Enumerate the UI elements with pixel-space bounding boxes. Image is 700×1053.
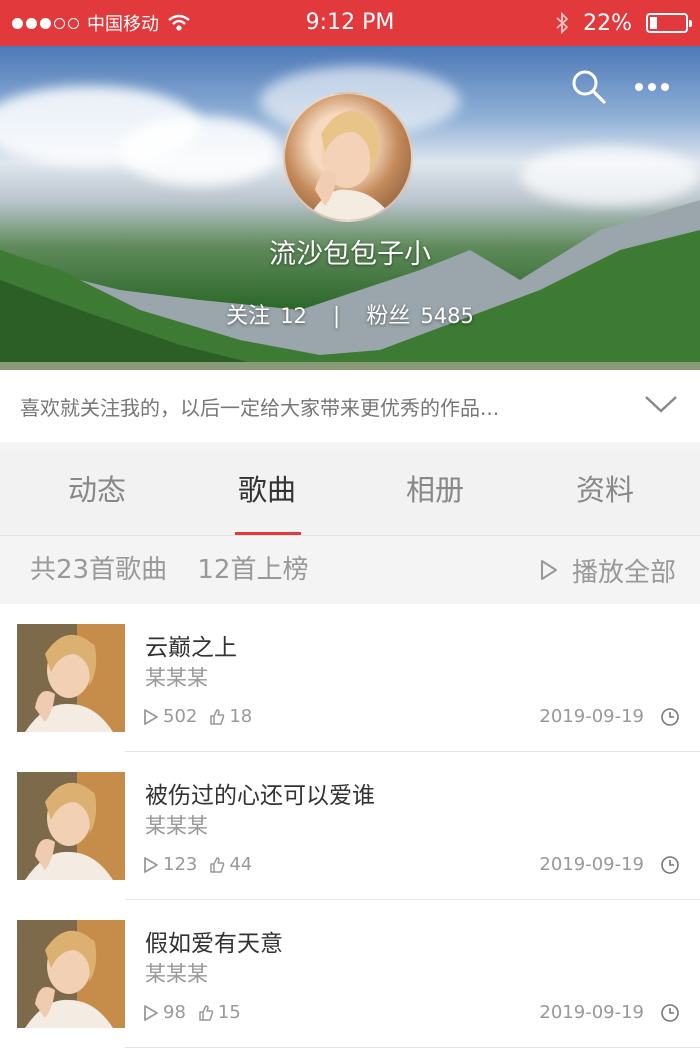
song-summary-bar: 共23首歌曲 12首上榜 播放全部	[0, 536, 700, 604]
thumbs-up-icon[interactable]	[209, 708, 225, 726]
clock-icon[interactable]	[660, 707, 680, 727]
following-count[interactable]: 12	[280, 304, 307, 328]
song-artist: 某某某	[145, 814, 208, 838]
song-title[interactable]: 被伤过的心还可以爱谁	[145, 776, 375, 810]
song-stats: 502 18	[143, 706, 252, 727]
more-icon[interactable]	[634, 82, 670, 92]
song-date: 2019-09-19	[539, 854, 644, 875]
play-icon	[144, 1004, 158, 1021]
bio-text: 喜欢就关注我的，以后一定给大家带来更优秀的作品...	[20, 395, 500, 420]
tab-songs[interactable]: 歌曲	[202, 452, 332, 536]
thumbs-up-icon[interactable]	[198, 1004, 214, 1022]
active-tab-indicator	[235, 532, 301, 535]
fans-count[interactable]: 5485	[420, 304, 473, 328]
bluetooth-icon	[556, 12, 569, 34]
play-icon	[144, 856, 158, 873]
avatar[interactable]	[283, 92, 413, 222]
status-bar: 中国移动 9:12 PM 22%	[0, 0, 700, 46]
song-stats: 123 44	[143, 854, 252, 875]
following-label[interactable]: 关注	[226, 298, 270, 330]
search-icon[interactable]	[570, 68, 608, 106]
tab-album[interactable]: 相册	[370, 452, 500, 536]
song-date: 2019-09-19	[539, 1002, 644, 1023]
song-list: 云巅之上 某某某 502 18 2019-09-19 被伤过的心还可以爱谁 某某某 123 44…	[0, 604, 700, 1053]
play-icon	[144, 708, 158, 725]
chevron-down-icon[interactable]	[644, 394, 678, 414]
clock-icon[interactable]	[660, 1003, 680, 1023]
song-artist: 某某某	[145, 666, 208, 690]
play-all-label: 播放全部	[571, 557, 676, 588]
play-all-button[interactable]: 播放全部	[540, 536, 676, 604]
play-icon	[540, 560, 557, 580]
fans-label[interactable]: 粉丝	[366, 298, 410, 330]
follow-stats: 关注 12 | 粉丝 5485	[0, 298, 700, 330]
bio-bar[interactable]: 喜欢就关注我的，以后一定给大家带来更优秀的作品...	[0, 370, 700, 442]
song-title[interactable]: 假如爱有天意	[145, 924, 283, 958]
song-cover[interactable]	[17, 772, 125, 880]
song-date: 2019-09-19	[539, 706, 644, 727]
song-title[interactable]: 云巅之上	[145, 628, 237, 662]
tab-dynamics[interactable]: 动态	[32, 452, 162, 536]
song-row[interactable]: 云巅之上某某某 502 18 2019-09-19	[0, 604, 700, 752]
tab-info[interactable]: 资料	[540, 452, 670, 536]
like-count: 15	[217, 1002, 241, 1023]
thumbs-up-icon[interactable]	[209, 856, 225, 874]
profile-banner: 流沙包包子小 关注 12 | 粉丝 5485	[0, 46, 700, 370]
song-ranked-count: 12首上榜	[197, 555, 309, 585]
song-row[interactable]: 被伤过的心还可以爱谁某某某 123 44 2019-09-19	[0, 752, 700, 900]
song-cover[interactable]	[17, 920, 125, 1028]
song-artist: 某某某	[145, 962, 208, 986]
song-row[interactable]: 假如爱有天意某某某 98 15 2019-09-19	[0, 900, 700, 1048]
username: 流沙包包子小	[269, 239, 431, 270]
row-divider	[125, 1047, 700, 1048]
battery-percent: 22%	[583, 10, 632, 36]
play-count: 98	[163, 1002, 186, 1023]
like-count: 18	[229, 706, 253, 727]
clock-icon[interactable]	[660, 855, 680, 875]
song-stats: 98 15	[143, 1002, 241, 1023]
battery-icon	[646, 13, 692, 33]
stats-separator: |	[332, 304, 341, 329]
profile-tabs: 动态 歌曲 相册 资料	[0, 452, 700, 536]
play-count: 123	[163, 854, 198, 875]
like-count: 44	[229, 854, 253, 875]
play-count: 502	[163, 706, 198, 727]
song-total-count: 共23首歌曲	[30, 555, 168, 585]
song-cover[interactable]	[17, 624, 125, 732]
